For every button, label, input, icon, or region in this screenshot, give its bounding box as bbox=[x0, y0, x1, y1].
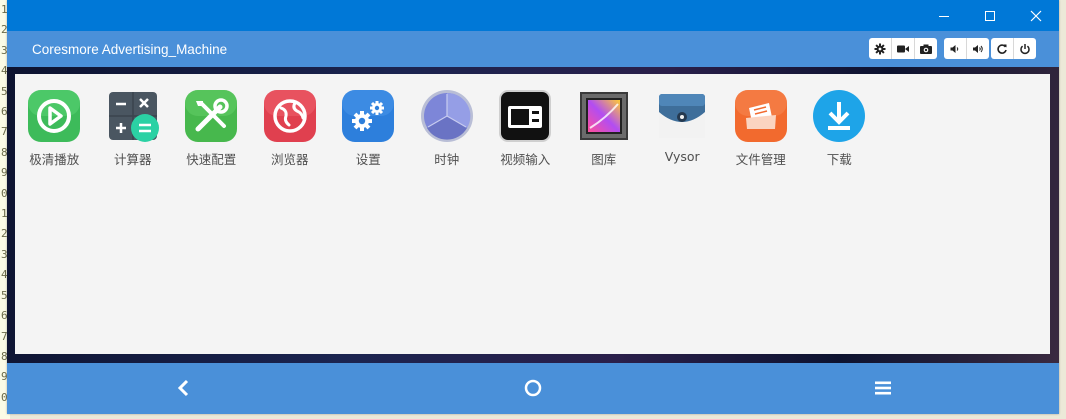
app-file-manager[interactable]: 文件管理 bbox=[722, 88, 801, 168]
gallery-icon bbox=[579, 92, 628, 140]
minimize-button[interactable] bbox=[921, 0, 967, 31]
menu-icon bbox=[875, 381, 891, 395]
tools-icon bbox=[185, 90, 238, 142]
device-display: 极清播放 计算器 快速配置 浏览器 设置 时钟 视频输入 图库 Vysor 文件… bbox=[7, 67, 1059, 363]
app-vysor[interactable]: Vysor bbox=[643, 88, 722, 168]
camera-icon bbox=[920, 44, 932, 54]
app-label: 设置 bbox=[355, 152, 381, 167]
maximize-button[interactable] bbox=[967, 0, 1013, 31]
app-settings[interactable]: 设置 bbox=[329, 88, 408, 168]
vysor-icon bbox=[659, 94, 706, 138]
volume-down-icon bbox=[950, 44, 959, 53]
rotate-button[interactable] bbox=[991, 38, 1013, 59]
maximize-icon bbox=[985, 10, 995, 21]
browser-globe-icon bbox=[263, 90, 316, 142]
download-icon bbox=[813, 90, 866, 142]
app-label: 时钟 bbox=[434, 152, 460, 167]
power-button[interactable] bbox=[1013, 38, 1036, 59]
settings-gears-icon bbox=[342, 90, 395, 142]
app-label: 图库 bbox=[591, 152, 617, 167]
app-label: Vysor bbox=[664, 149, 700, 164]
app-label: 视频输入 bbox=[500, 152, 551, 167]
app-grid: 极清播放 计算器 快速配置 浏览器 设置 时钟 视频输入 图库 Vysor 文件… bbox=[15, 88, 879, 168]
home-icon bbox=[524, 379, 542, 397]
app-header: Coresmore Advertising_Machine bbox=[7, 31, 1059, 67]
minimize-icon bbox=[939, 15, 949, 17]
toolbar-group-power bbox=[991, 38, 1036, 59]
volume-up-button[interactable] bbox=[966, 38, 989, 59]
app-label: 计算器 bbox=[113, 152, 152, 167]
window-titlebar[interactable] bbox=[7, 0, 1059, 31]
app-clock[interactable]: 时钟 bbox=[408, 88, 487, 168]
app-gallery[interactable]: 图库 bbox=[565, 88, 644, 168]
app-label: 下载 bbox=[826, 152, 852, 167]
app-quick-config[interactable]: 快速配置 bbox=[172, 88, 251, 168]
android-navigation-bar bbox=[7, 363, 1059, 414]
video-player-icon bbox=[28, 90, 81, 142]
settings-button[interactable] bbox=[869, 38, 891, 59]
android-launcher-screen[interactable]: 极清播放 计算器 快速配置 浏览器 设置 时钟 视频输入 图库 Vysor 文件… bbox=[15, 74, 1050, 354]
close-button[interactable] bbox=[1013, 0, 1059, 31]
rotate-icon bbox=[997, 43, 1007, 54]
toolbar-group-volume bbox=[944, 38, 989, 59]
power-icon bbox=[1020, 43, 1030, 54]
menu-button[interactable] bbox=[863, 373, 903, 403]
video-input-icon bbox=[499, 90, 552, 142]
app-label: 浏览器 bbox=[270, 152, 309, 167]
app-label: 快速配置 bbox=[186, 152, 237, 167]
gear-icon bbox=[874, 43, 886, 54]
toolbar-group-capture bbox=[869, 38, 937, 59]
app-calculator[interactable]: 计算器 bbox=[94, 88, 173, 168]
app-label: 极清播放 bbox=[29, 152, 80, 167]
record-button[interactable] bbox=[891, 38, 914, 59]
volume-up-icon bbox=[972, 44, 983, 53]
clock-icon bbox=[420, 90, 473, 142]
back-button[interactable] bbox=[164, 373, 204, 403]
app-video-input[interactable]: 视频输入 bbox=[486, 88, 565, 168]
back-icon bbox=[177, 379, 189, 397]
vysor-window: Coresmore Advertising_Machine 极清播放 计算器 快… bbox=[7, 0, 1059, 414]
volume-down-button[interactable] bbox=[944, 38, 966, 59]
app-label: 文件管理 bbox=[735, 152, 786, 167]
window-title: Coresmore Advertising_Machine bbox=[32, 42, 228, 57]
file-manager-icon bbox=[734, 90, 787, 142]
video-camera-icon bbox=[897, 45, 909, 52]
screenshot-button[interactable] bbox=[914, 38, 937, 59]
app-download[interactable]: 下载 bbox=[800, 88, 879, 168]
app-video-player[interactable]: 极清播放 bbox=[15, 88, 94, 168]
app-browser[interactable]: 浏览器 bbox=[251, 88, 330, 168]
calculator-icon bbox=[108, 92, 159, 142]
close-icon bbox=[1030, 10, 1042, 21]
home-button[interactable] bbox=[513, 373, 553, 403]
